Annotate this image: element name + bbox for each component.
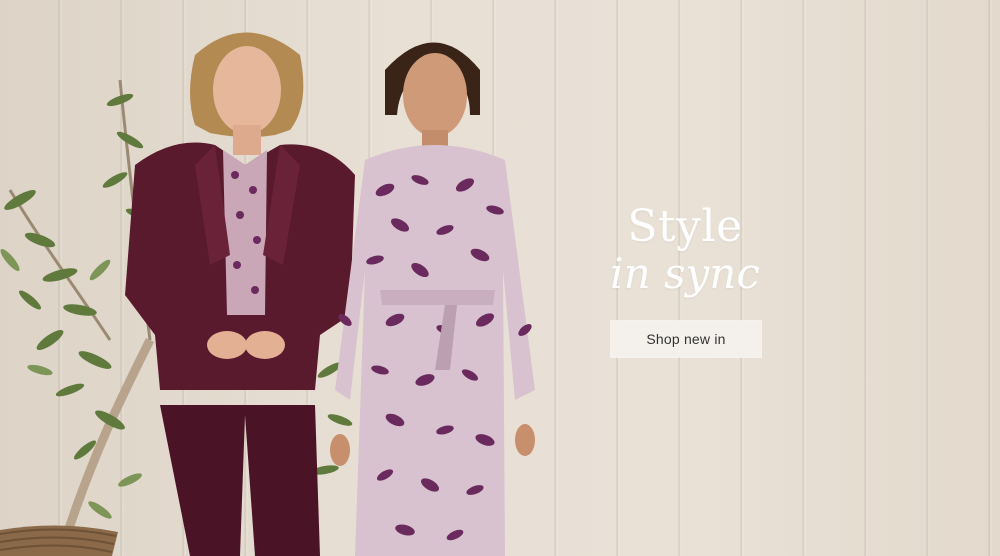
hero-headline: Style in sync — [600, 205, 770, 295]
wicker-basket-image — [0, 525, 118, 556]
headline-line-1: Style — [627, 201, 743, 252]
model-print-dress-image — [330, 42, 535, 556]
headline-line-2: in sync — [610, 249, 760, 298]
hero-banner[interactable]: Style in sync Shop new in — [0, 0, 1000, 556]
shop-new-in-button[interactable]: Shop new in — [611, 321, 761, 357]
